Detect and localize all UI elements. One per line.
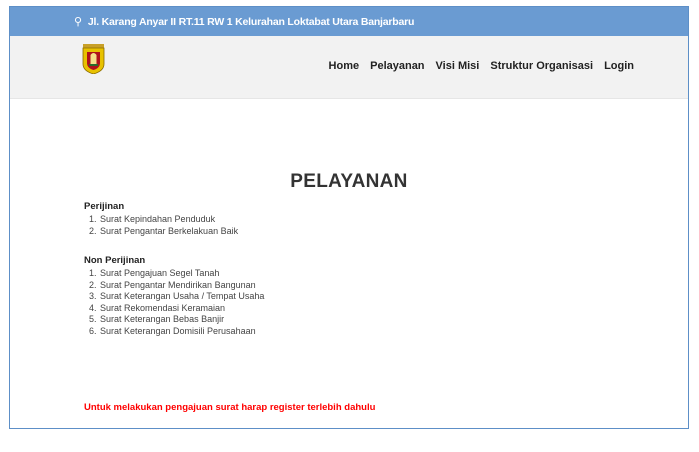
list-item: Surat Pengantar Berkelakuan Baik <box>99 226 238 238</box>
register-notice: Untuk melakukan pengajuan surat harap re… <box>84 402 376 413</box>
nav-struktur-organisasi[interactable]: Struktur Organisasi <box>490 60 593 72</box>
address-text: Jl. Karang Anyar II RT.11 RW 1 Kelurahan… <box>87 15 415 28</box>
non-perijinan-heading: Non Perijinan <box>84 255 146 266</box>
navbar: Home Pelayanan Visi Misi Struktur Organi… <box>10 36 688 99</box>
list-item: Surat Rekomendasi Keramaian <box>99 303 264 315</box>
address-bar: ⚲ Jl. Karang Anyar II RT.11 RW 1 Kelurah… <box>10 7 688 36</box>
map-pin-icon: ⚲ <box>74 16 82 28</box>
nav-pelayanan[interactable]: Pelayanan <box>370 60 424 72</box>
list-item: Surat Keterangan Bebas Banjir <box>99 314 264 326</box>
non-perijinan-list: Surat Pengajuan Segel Tanah Surat Pengan… <box>84 268 264 338</box>
list-item: Surat Keterangan Domisili Perusahaan <box>99 326 264 338</box>
nav-login[interactable]: Login <box>604 60 634 72</box>
list-item: Surat Pengantar Mendirikan Bangunan <box>99 280 264 292</box>
perijinan-heading: Perijinan <box>84 201 125 212</box>
list-item: Surat Pengajuan Segel Tanah <box>99 268 264 280</box>
list-item: Surat Kepindahan Penduduk <box>99 214 238 226</box>
page-frame: ⚲ Jl. Karang Anyar II RT.11 RW 1 Kelurah… <box>9 6 689 429</box>
main-content: PELAYANAN Perijinan Surat Kepindahan Pen… <box>10 99 688 430</box>
non-perijinan-section: Non Perijinan Surat Pengajuan Segel Tana… <box>84 255 264 338</box>
perijinan-section: Perijinan Surat Kepindahan Penduduk Sura… <box>84 201 238 237</box>
nav-visi-misi[interactable]: Visi Misi <box>436 60 480 72</box>
nav-home[interactable]: Home <box>329 60 360 72</box>
perijinan-list: Surat Kepindahan Penduduk Surat Penganta… <box>84 214 238 237</box>
page-title: PELAYANAN <box>290 171 408 192</box>
banjarbaru-crest-logo[interactable] <box>82 44 105 74</box>
main-nav: Home Pelayanan Visi Misi Struktur Organi… <box>329 60 634 72</box>
list-item: Surat Keterangan Usaha / Tempat Usaha <box>99 291 264 303</box>
